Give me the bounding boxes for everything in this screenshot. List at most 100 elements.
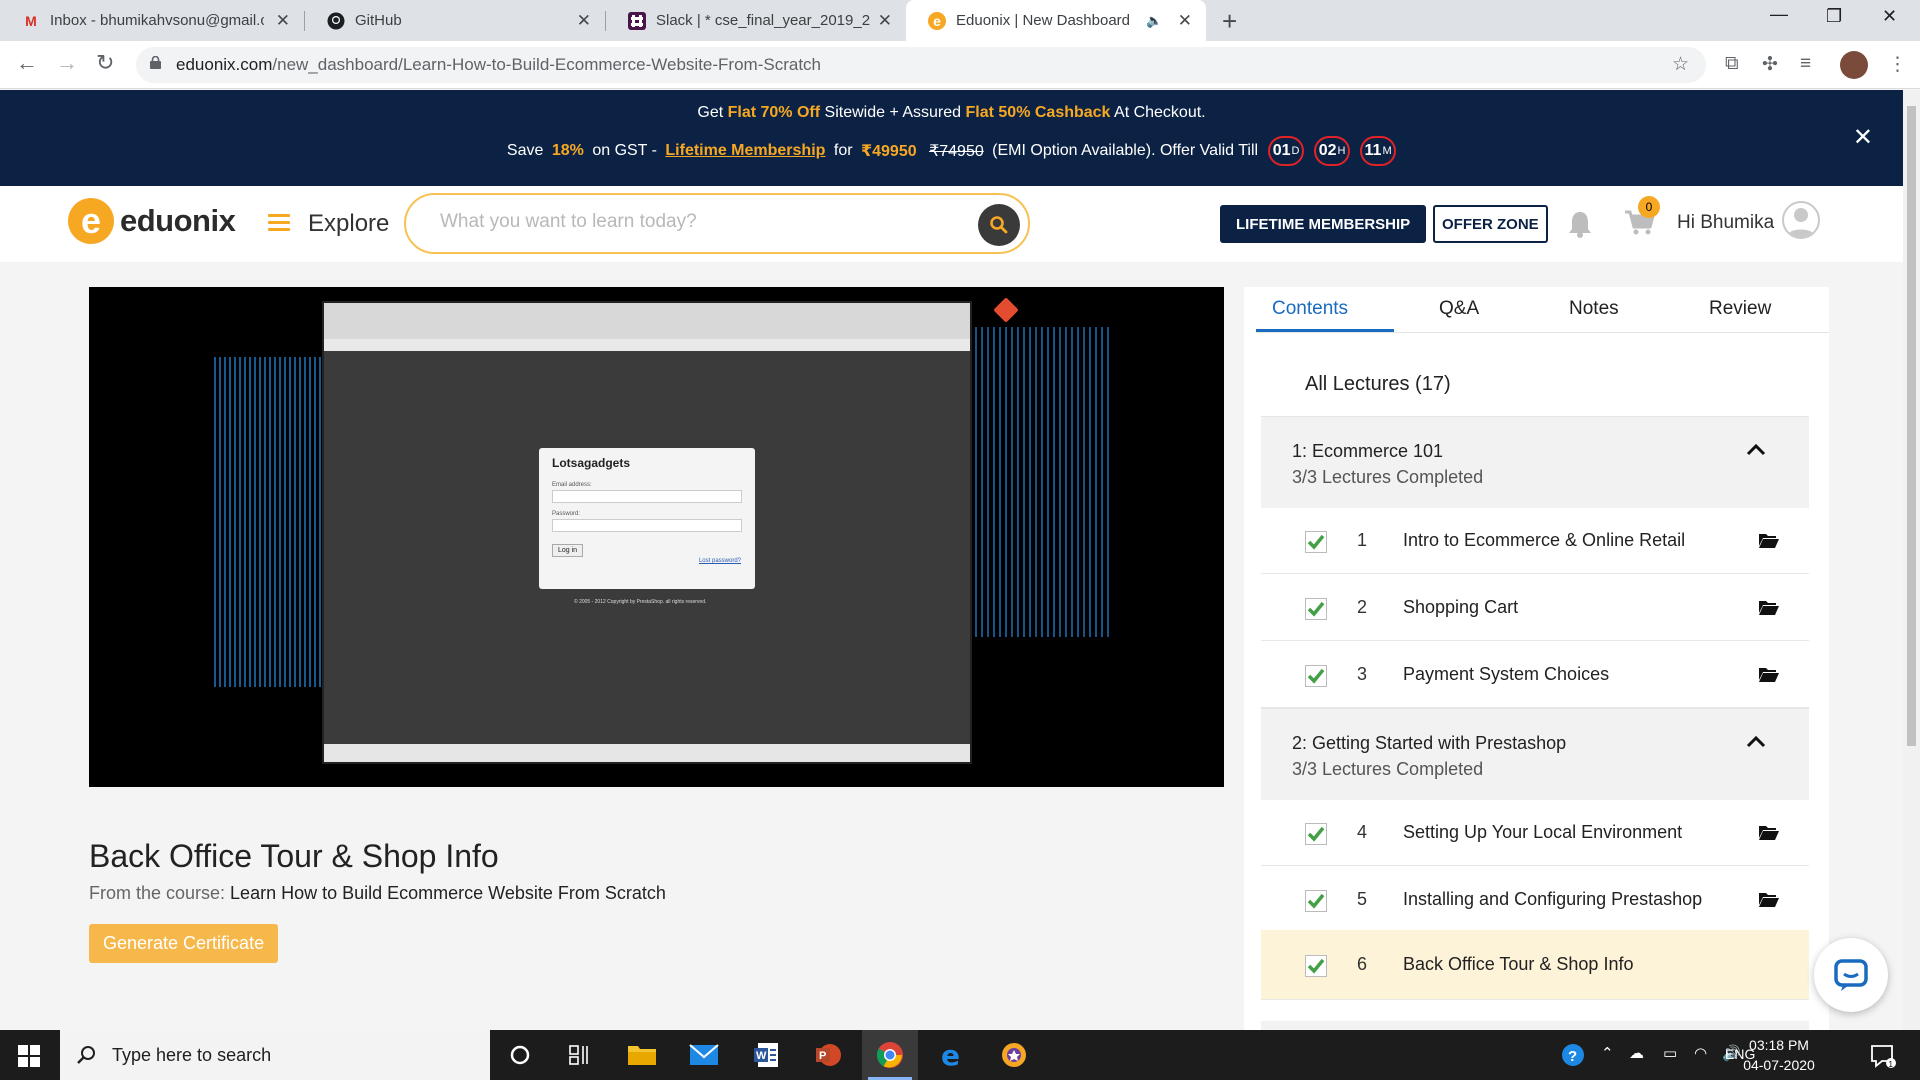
folder-open-icon[interactable] [1759, 824, 1779, 840]
eduonix-logo[interactable]: e eduonix [68, 198, 236, 244]
offer-zone-button[interactable]: OFFER ZONE [1433, 205, 1548, 243]
login-button: Log in [552, 544, 584, 557]
chevron-up-tray-icon[interactable]: ⌃ [1601, 1044, 1614, 1062]
battery-icon[interactable]: ▭ [1663, 1044, 1677, 1062]
promo-text: Sitewide + Assured [820, 104, 966, 121]
search-button[interactable] [978, 204, 1020, 246]
tab-slack[interactable]: Slack | * cse_final_year_2019_20 | ✕ [606, 0, 906, 41]
scrollbar-thumb[interactable] [1907, 106, 1916, 746]
notification-center-icon[interactable]: 1 [1870, 1043, 1896, 1074]
tab-notes[interactable]: Notes [1569, 298, 1619, 320]
course-name[interactable]: Learn How to Build Ecommerce Website Fro… [230, 883, 666, 903]
close-icon[interactable]: ✕ [878, 11, 892, 31]
lecture-item-current[interactable]: 6 Back Office Tour & Shop Info [1261, 930, 1809, 1000]
svg-text:W: W [756, 1050, 767, 1062]
close-banner-icon[interactable]: ✕ [1853, 123, 1873, 152]
cortana-icon[interactable] [492, 1030, 548, 1080]
extensions-puzzle-icon[interactable]: ✣ [1762, 53, 1778, 76]
reload-icon[interactable]: ↻ [96, 50, 114, 76]
powerpoint-icon[interactable]: P [800, 1030, 856, 1080]
file-explorer-icon[interactable] [614, 1030, 670, 1080]
check-icon[interactable] [1305, 665, 1327, 687]
windows-start-icon[interactable] [18, 1045, 40, 1072]
check-icon[interactable] [1305, 823, 1327, 845]
lecture-title-item[interactable]: Setting Up Your Local Environment [1403, 822, 1682, 843]
lifetime-membership-button[interactable]: LIFETIME MEMBERSHIP [1220, 205, 1427, 243]
bookmark-star-icon[interactable]: ☆ [1672, 53, 1689, 76]
chevron-up-icon[interactable] [1745, 439, 1767, 461]
section-header-collapsed[interactable] [1261, 1021, 1809, 1030]
section-header[interactable]: 2: Getting Started with Prestashop 3/3 L… [1261, 708, 1809, 800]
generate-certificate-button[interactable]: Generate Certificate [89, 924, 279, 963]
extension-copy-icon[interactable]: ⧉ [1725, 53, 1739, 75]
user-greeting[interactable]: Hi Bhumika [1677, 212, 1774, 234]
section-header[interactable]: 1: Ecommerce 101 3/3 Lectures Completed [1261, 416, 1809, 508]
onedrive-icon[interactable]: ☁ [1629, 1044, 1644, 1062]
lecture-title-item[interactable]: Installing and Configuring Prestashop [1403, 889, 1702, 910]
video-frame-browser: Lotsagadgets Email address: Password: Lo… [322, 301, 972, 764]
close-icon[interactable]: ✕ [1178, 11, 1192, 31]
lecture-item[interactable]: 2 Shopping Cart [1261, 575, 1809, 641]
word-icon[interactable]: W [738, 1030, 794, 1080]
task-view-icon[interactable] [552, 1030, 608, 1080]
lifetime-membership-link[interactable]: Lifetime Membership [665, 142, 825, 160]
lecture-item[interactable]: 3 Payment System Choices [1261, 642, 1809, 708]
close-icon[interactable]: ✕ [577, 11, 591, 31]
taskbar-clock[interactable]: 03:18 PM 04-07-2020 [1738, 1035, 1820, 1075]
lecture-item[interactable]: 1 Intro to Ecommerce & Online Retail [1261, 508, 1809, 574]
tab-contents[interactable]: Contents [1272, 298, 1348, 320]
tab-review[interactable]: Review [1709, 298, 1771, 320]
forward-icon[interactable]: → [56, 50, 78, 76]
edge-icon[interactable]: e [924, 1030, 980, 1080]
check-icon[interactable] [1305, 890, 1327, 912]
folder-open-icon[interactable] [1759, 599, 1779, 615]
back-icon[interactable]: ← [16, 50, 38, 76]
search-icon [990, 216, 1008, 234]
speaker-icon[interactable]: 🔈 [1146, 13, 1162, 29]
chevron-up-icon[interactable] [1745, 731, 1767, 753]
folder-open-icon[interactable] [1759, 891, 1779, 907]
explore-link[interactable]: Explore [308, 210, 389, 238]
folder-open-icon[interactable] [1759, 666, 1779, 682]
more-menu-icon[interactable]: ⋮ [1888, 53, 1907, 76]
maximize-icon[interactable]: ❐ [1826, 6, 1842, 27]
lecture-item[interactable]: 4 Setting Up Your Local Environment [1261, 800, 1809, 866]
help-icon[interactable]: ? [1560, 1042, 1586, 1072]
chat-widget-button[interactable] [1814, 938, 1888, 1012]
minimize-icon[interactable]: — [1770, 4, 1788, 25]
check-icon[interactable] [1305, 955, 1327, 977]
tab-qa[interactable]: Q&A [1439, 298, 1479, 320]
video-player[interactable]: Lotsagadgets Email address: Password: Lo… [89, 287, 1224, 787]
user-avatar[interactable] [1782, 201, 1820, 239]
lecture-title-item[interactable]: Shopping Cart [1403, 597, 1518, 618]
lecture-title-item[interactable]: Payment System Choices [1403, 664, 1609, 685]
git-logo-icon [993, 297, 1019, 323]
lecture-title-item[interactable]: Back Office Tour & Shop Info [1403, 954, 1633, 975]
check-icon[interactable] [1305, 598, 1327, 620]
folder-open-icon[interactable] [1759, 532, 1779, 548]
close-icon[interactable]: ✕ [276, 11, 290, 31]
wifi-icon[interactable]: ◠ [1694, 1044, 1707, 1062]
hamburger-menu-icon[interactable] [268, 214, 290, 232]
close-window-icon[interactable]: ✕ [1882, 6, 1897, 27]
tab-gmail[interactable]: M Inbox - bhumikahvsonu@gmail.c ✕ [0, 0, 304, 41]
address-bar[interactable]: eduonix.com/new_dashboard/Learn-How-to-B… [136, 47, 1706, 83]
section-progress: 3/3 Lectures Completed [1292, 467, 1484, 487]
page-scrollbar[interactable] [1903, 90, 1920, 1030]
media-queue-icon[interactable]: ≡ [1800, 53, 1811, 75]
search-input[interactable] [440, 211, 940, 233]
new-tab-button[interactable]: + [1222, 6, 1237, 37]
timer-days: 01 D [1268, 136, 1305, 166]
lecture-title-item[interactable]: Intro to Ecommerce & Online Retail [1403, 530, 1685, 551]
tab-github[interactable]: GitHub ✕ [305, 0, 605, 41]
taskbar-search-box[interactable]: Type here to search [60, 1030, 490, 1080]
chrome-icon[interactable] [862, 1030, 918, 1080]
lecture-item[interactable]: 5 Installing and Configuring Prestashop [1261, 867, 1809, 933]
profile-avatar[interactable] [1840, 51, 1868, 79]
bell-icon[interactable] [1567, 210, 1593, 243]
brave-icon[interactable] [986, 1030, 1042, 1080]
github-icon [327, 12, 345, 30]
tab-eduonix[interactable]: e Eduonix | New Dashboard 🔈 ✕ [906, 0, 1206, 41]
check-icon[interactable] [1305, 531, 1327, 553]
mail-icon[interactable] [676, 1030, 732, 1080]
